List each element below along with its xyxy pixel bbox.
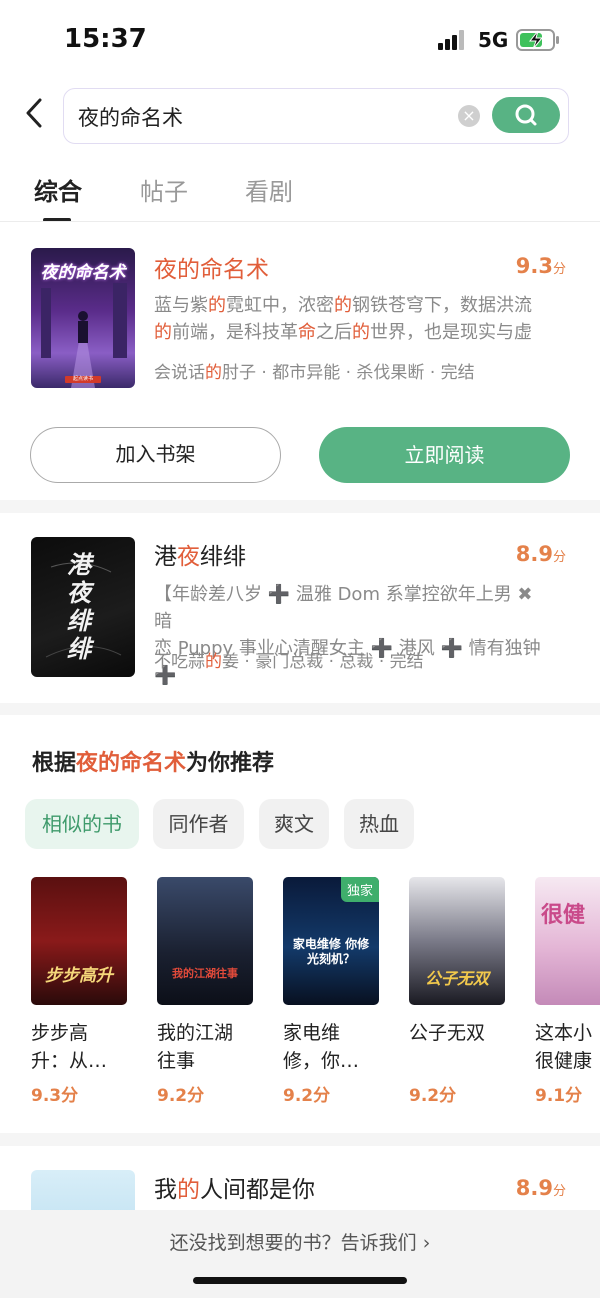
book-cover[interactable]: 公子无双 [409,877,505,1005]
result-card[interactable]: 我的人间都是你 8.9分 [0,1146,600,1210]
tab-general[interactable]: 综合 [34,172,82,207]
book-meta: 会说话的肘子 · 都市异能 · 杀伐果断 · 完结 [154,363,475,383]
search-header: 夜的命名术 × 综合 帖子 看剧 [0,80,600,230]
search-input[interactable]: 夜的命名术 × [63,88,569,144]
search-icon [515,104,537,126]
battery-charging-icon [516,29,559,51]
tab-drama[interactable]: 看剧 [245,172,293,207]
book-description: 【年龄差八岁 ➕ 温雅 Dom 系掌控欲年上男 ✖ 暗 恋 Puppy 事业心清… [154,584,541,686]
cover-title: 家电维修 你修光刻机？ [292,937,370,966]
book-cover[interactable] [31,1170,135,1210]
book-cover[interactable]: 夜的命名术 起点读书 [31,248,135,388]
book-score: 9.2分 [157,1086,205,1106]
tab-bar: 综合 帖子 看剧 [0,172,600,222]
book-score: 9.3分 [515,254,566,278]
divider [0,221,600,222]
book-cover[interactable]: 很健 [535,877,600,1005]
book-score: 8.9分 [515,542,566,566]
book-cover[interactable]: 步步高升 [31,877,127,1005]
book-score: 9.2分 [409,1086,457,1106]
cover-title: 步步高升 [45,966,113,986]
chip-same-author[interactable]: 同作者 [153,799,244,849]
chip-shuangwen[interactable]: 爽文 [259,799,329,849]
recommend-section: 根据夜的命名术为你推荐 相似的书 同作者 爽文 热血 步步高升 步步高 升：从… … [0,715,600,1133]
book-name[interactable]: 家电维 修，你… [283,1019,383,1075]
search-query[interactable]: 夜的命名术 [78,102,183,132]
book-description: 蓝与紫的霓虹中，浓密的钢铁苍穹下，数据洪流 的前端，是科技革命之后的世界，也是现… [154,295,532,343]
book-score: 9.2分 [283,1086,331,1106]
cover-title: 夜的命名术 [40,263,126,283]
chip-rexue[interactable]: 热血 [344,799,414,849]
chip-similar-books[interactable]: 相似的书 [25,799,139,849]
recommend-title: 根据夜的命名术为你推荐 [32,751,275,776]
cover-title: 公子无双 [424,969,489,988]
home-indicator[interactable] [193,1277,407,1284]
book-name[interactable]: 公子无双 [409,1019,509,1047]
read-now-button[interactable]: 立即阅读 [319,427,570,483]
tab-posts[interactable]: 帖子 [140,172,188,207]
back-arrow-icon[interactable] [20,96,50,130]
book-title[interactable]: 夜的命名术 [154,250,269,284]
network-label: 5G [478,28,509,52]
book-score: 9.1分 [535,1086,583,1106]
feedback-bar: 还没找到想要的书？告诉我们 › [0,1210,600,1298]
book-score: 9.3分 [31,1086,79,1106]
cover-title: 很健 [541,903,586,928]
result-card[interactable]: 夜的命名术 起点读书 夜的命名术 9.3分 蓝与紫的霓虹中，浓密的钢铁苍穹下，数… [0,230,600,500]
chevron-right-icon: › [416,1232,431,1254]
cover-publisher: 起点读书 [72,376,93,382]
status-bar: 15:37 5G [0,0,600,80]
cover-title: 我的江湖往事 [172,967,238,980]
book-score: 8.9分 [515,1176,566,1200]
book-cover[interactable]: 港夜绯绯 [31,537,135,677]
add-to-shelf-button[interactable]: 加入书架 [30,427,281,483]
search-button[interactable] [492,97,560,133]
book-meta: 不吃蒜的姜 · 豪门总裁 · 总裁 · 完结 [154,652,424,672]
book-title[interactable]: 我的人间都是你 [154,1170,315,1204]
status-time: 15:37 [64,24,147,54]
cover-title: 港夜绯绯 [67,551,91,663]
book-name[interactable]: 我的江湖 往事 [157,1019,257,1075]
result-card[interactable]: 港夜绯绯 港夜绯绯 8.9分 【年龄差八岁 ➕ 温雅 Dom 系掌控欲年上男 ✖… [0,513,600,703]
clear-icon[interactable]: × [458,105,480,127]
book-cover[interactable]: 我的江湖往事 [157,877,253,1005]
book-name[interactable]: 这本小 很健康 [535,1019,600,1075]
book-name[interactable]: 步步高 升：从… [31,1019,131,1075]
book-cover[interactable]: 独家 家电维修 你修光刻机？ [283,877,379,1005]
signal-icon [438,30,468,50]
feedback-link[interactable]: 还没找到想要的书？告诉我们 › [0,1228,600,1255]
recommend-book[interactable]: 很健 这本小 很健康 9.1分 [535,877,600,1107]
exclusive-badge: 独家 [340,877,379,902]
book-title[interactable]: 港夜绯绯 [154,537,246,571]
